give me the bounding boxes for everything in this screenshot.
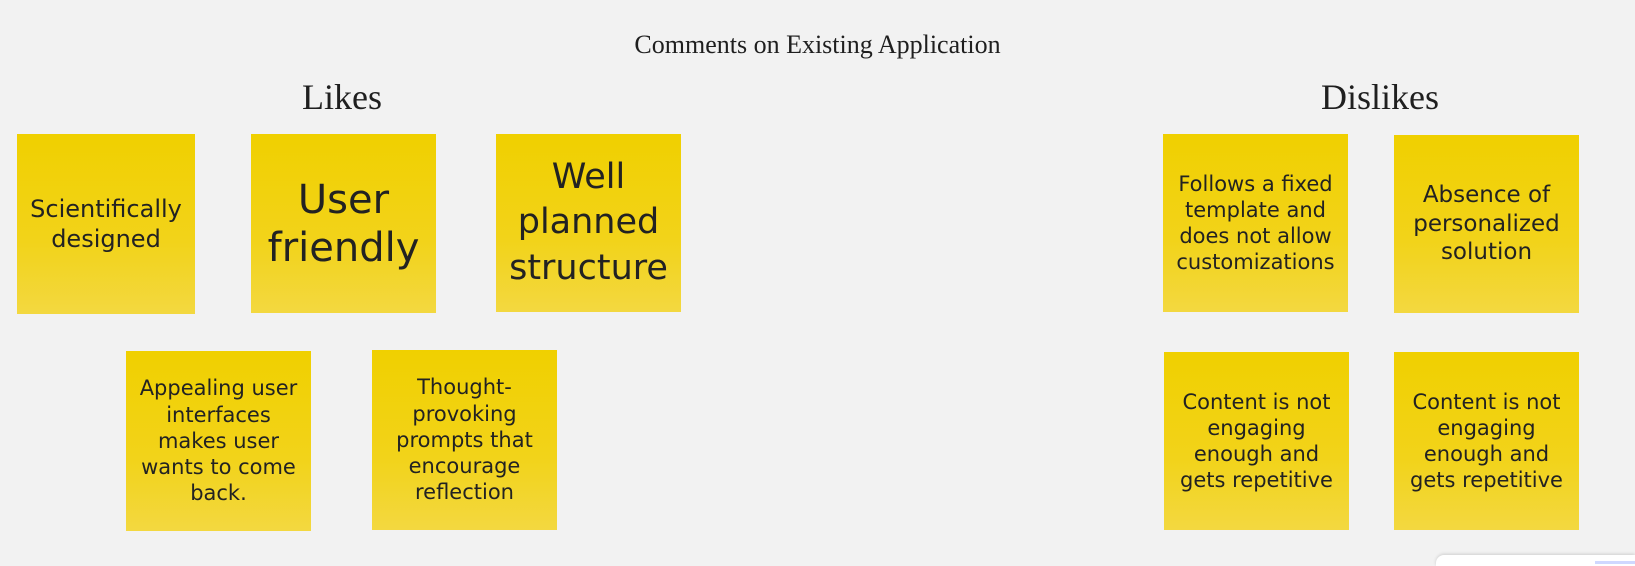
sticky-note-user-friendly[interactable]: User friendly	[251, 134, 436, 313]
sticky-note-content-not-engaging-2[interactable]: Content is not engaging enough and gets …	[1394, 352, 1579, 530]
board-title: Comments on Existing Application	[634, 30, 1001, 59]
sticky-note-text: Content is not engaging enough and gets …	[1180, 389, 1333, 493]
minimap-panel[interactable]	[1436, 555, 1635, 566]
sticky-note-scientifically-designed[interactable]: Scientifically designed	[17, 134, 195, 314]
sticky-note-text: User friendly	[267, 176, 420, 271]
sticky-note-absence-personalized-solution[interactable]: Absence of personalized solution	[1394, 135, 1579, 313]
sticky-note-text: Absence of personalized solution	[1413, 181, 1560, 266]
sticky-note-text: Well planned structure	[509, 156, 668, 288]
sticky-note-appealing-user-interfaces[interactable]: Appealing user interfaces makes user wan…	[126, 351, 311, 531]
sticky-note-content-not-engaging-1[interactable]: Content is not engaging enough and gets …	[1164, 352, 1349, 530]
whiteboard-canvas[interactable]: Comments on Existing Application Likes D…	[0, 0, 1635, 566]
sticky-note-text: Content is not engaging enough and gets …	[1410, 389, 1563, 493]
sticky-note-text: Thought- provoking prompts that encourag…	[396, 375, 533, 505]
sticky-note-thought-provoking-prompts[interactable]: Thought- provoking prompts that encourag…	[372, 350, 557, 530]
likes-heading: Likes	[302, 77, 382, 117]
sticky-note-well-planned-structure[interactable]: Well planned structure	[496, 134, 681, 312]
dislikes-heading: Dislikes	[1320, 77, 1439, 117]
sticky-note-text: Appealing user interfaces makes user wan…	[139, 376, 298, 506]
sticky-note-fixed-template[interactable]: Follows a fixed template and does not al…	[1163, 134, 1348, 312]
minimap-indicator	[1595, 561, 1635, 564]
sticky-note-text: Scientifically designed	[30, 195, 182, 253]
sticky-note-text: Follows a fixed template and does not al…	[1176, 171, 1335, 275]
